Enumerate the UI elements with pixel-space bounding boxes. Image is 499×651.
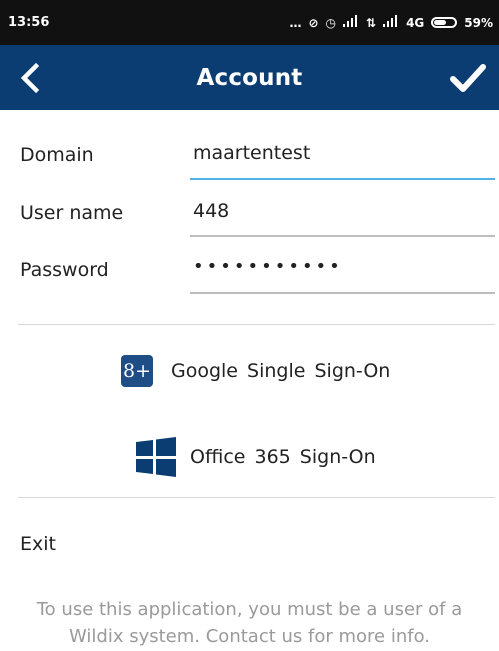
battery-level: 59% bbox=[464, 15, 493, 30]
google-sso-button[interactable]: 8+ Google Single Sign-On bbox=[121, 355, 390, 387]
divider-2 bbox=[18, 497, 495, 498]
office365-sso-button[interactable]: Office 365 Sign-On bbox=[136, 437, 376, 477]
status-bar: 13:56 … ⊘ ◷ ⇅ 4G 59% bbox=[0, 0, 499, 45]
divider bbox=[18, 324, 495, 325]
domain-label: Domain bbox=[20, 144, 94, 166]
chevron-left-icon bbox=[20, 62, 40, 94]
password-field[interactable]: ••••••••••• bbox=[193, 256, 343, 277]
app-bar: Account bbox=[0, 45, 499, 110]
username-field[interactable]: 448 bbox=[193, 200, 229, 222]
page-title: Account bbox=[196, 64, 303, 91]
domain-row: Domain maartentest bbox=[0, 132, 499, 184]
info-text: To use this application, you must be a u… bbox=[0, 596, 499, 650]
username-underline bbox=[190, 235, 495, 237]
info-text-line-2: Wildix system. Contact us for more info. bbox=[69, 626, 430, 647]
password-label: Password bbox=[20, 259, 109, 281]
office365-sso-label: Office 365 Sign-On bbox=[190, 446, 376, 468]
username-row: User name 448 bbox=[0, 190, 499, 242]
password-row: Password ••••••••••• bbox=[0, 248, 499, 300]
info-text-line-1: To use this application, you must be a u… bbox=[36, 599, 463, 620]
domain-underline bbox=[190, 178, 495, 180]
status-time: 13:56 bbox=[8, 15, 50, 30]
alarm-icon: ◷ bbox=[325, 15, 336, 30]
checkmark-icon bbox=[450, 64, 486, 92]
exit-button[interactable]: Exit bbox=[20, 533, 56, 555]
signal-icon-2 bbox=[383, 15, 399, 30]
mute-icon: ⊘ bbox=[308, 15, 319, 30]
google-plus-icon: 8+ bbox=[121, 355, 153, 387]
signal-icon bbox=[343, 15, 359, 30]
back-button[interactable] bbox=[14, 61, 50, 95]
status-icons: … ⊘ ◷ ⇅ 4G 59% bbox=[289, 15, 493, 30]
password-underline bbox=[190, 292, 495, 294]
data-arrows-icon: ⇅ bbox=[366, 15, 377, 30]
more-dots-icon: … bbox=[289, 15, 302, 30]
network-type: 4G bbox=[406, 15, 425, 30]
battery-icon bbox=[431, 17, 458, 28]
domain-field[interactable]: maartentest bbox=[193, 142, 310, 164]
google-sso-label: Google Single Sign-On bbox=[171, 360, 391, 382]
username-label: User name bbox=[20, 202, 124, 224]
save-button[interactable] bbox=[447, 59, 489, 97]
windows-icon bbox=[136, 437, 176, 477]
